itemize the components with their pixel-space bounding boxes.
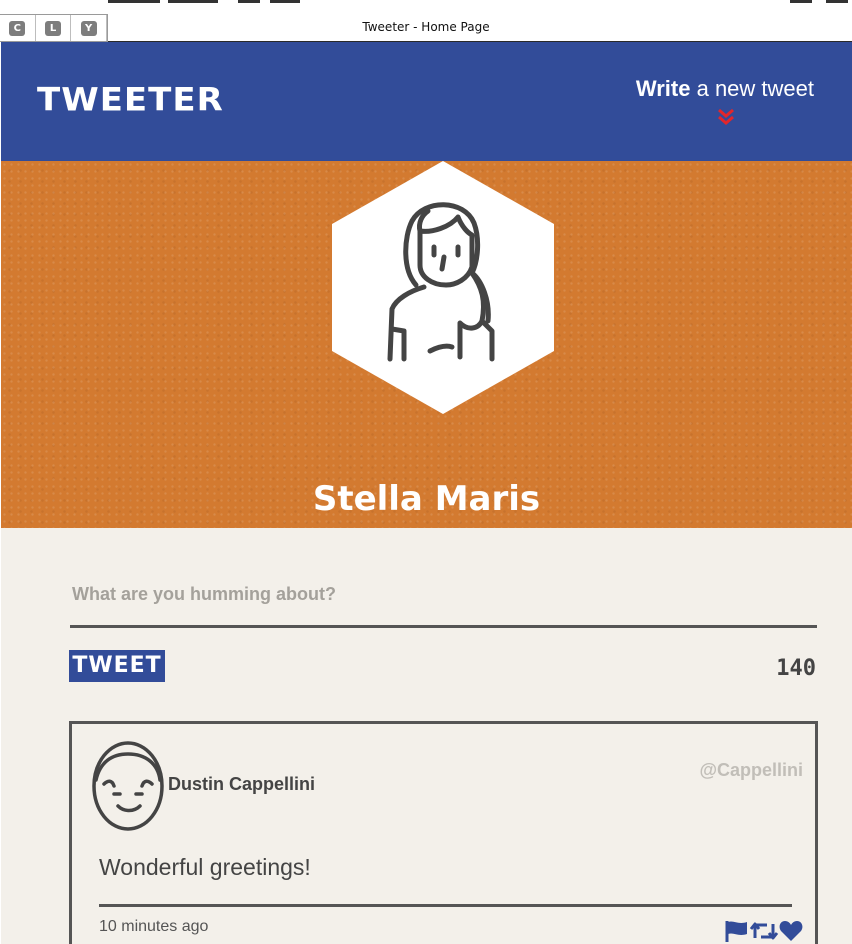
titlebar-edge-mark [108,0,160,3]
profile-banner: Stella Maris [1,161,852,528]
titlebar-edge-mark [270,0,300,3]
write-new-tweet-link[interactable]: Write a new tweet [636,76,814,102]
double-chevron-down-icon[interactable] [717,108,735,126]
tweet-compose-input[interactable] [70,578,817,628]
tweet-actions [725,920,803,942]
titlebar-edge-mark [826,0,848,3]
app-logo[interactable]: TWEETER [37,81,224,119]
top-nav: TWEETER Write a new tweet [1,42,852,161]
profile-name: Stella Maris [312,479,541,519]
char-counter: 140 [776,656,816,681]
tweet-timestamp: 10 minutes ago [99,918,209,935]
titlebar-edge-mark [790,0,812,3]
tweet-author-name: Dustin Cappellini [168,774,316,794]
main-content: TWEET 140 Dustin Cappellini @Cappellini … [1,528,852,944]
titlebar-edge-mark [238,0,260,3]
write-new-tweet-rest: a new tweet [690,76,814,101]
tweet-card: Dustin Cappellini @Cappellini Wonderful … [69,721,818,944]
heart-icon[interactable] [779,920,803,942]
tweet-text: Wonderful greetings! [99,854,311,880]
write-new-tweet-bold: Write [635,76,691,101]
tweet-author-handle[interactable]: @Cappellini [699,760,803,781]
retweet-icon[interactable] [749,920,779,942]
tweet-submit-button[interactable]: TWEET [69,650,165,682]
window-title: Tweeter - Home Page [362,20,490,34]
user-avatar-icon [92,741,164,831]
tweet-divider [99,904,792,907]
window-titlebar: C L Y Tweeter - Home Page [0,0,852,42]
flag-icon[interactable] [725,920,749,942]
profile-avatar [332,161,554,414]
titlebar-edge-mark [168,0,218,3]
